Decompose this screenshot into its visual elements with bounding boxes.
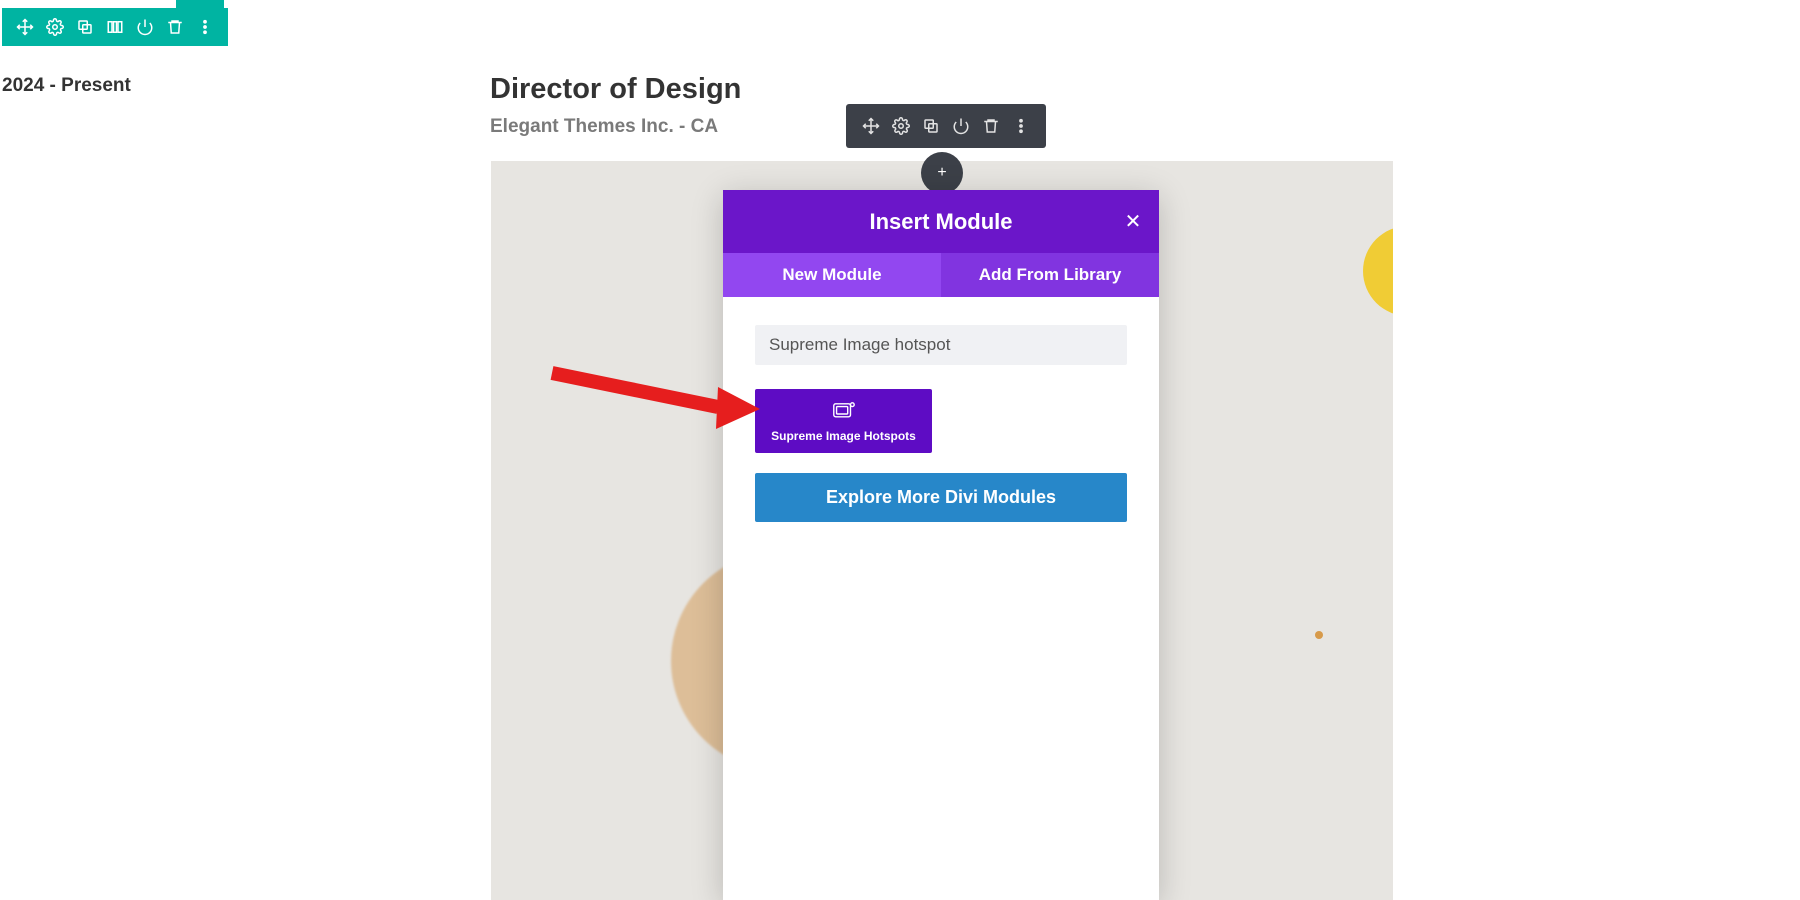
yellow-circle xyxy=(1363,226,1393,316)
gear-icon[interactable] xyxy=(40,14,70,40)
close-icon[interactable]: ✕ xyxy=(1121,210,1145,234)
trash-icon[interactable] xyxy=(976,112,1006,140)
page-subtitle: Elegant Themes Inc. - CA xyxy=(490,116,718,138)
explore-more-button[interactable]: Explore More Divi Modules xyxy=(755,473,1127,522)
page-title: Director of Design xyxy=(490,73,741,106)
modal-tabs: New Module Add From Library xyxy=(723,253,1159,297)
power-icon[interactable] xyxy=(946,112,976,140)
duplicate-icon[interactable] xyxy=(916,112,946,140)
modal-body: Supreme Image Hotspots Explore More Divi… xyxy=(723,297,1159,550)
module-search-input[interactable] xyxy=(755,325,1127,365)
section-toolbar xyxy=(2,8,228,46)
tab-new-module[interactable]: New Module xyxy=(723,253,941,297)
trash-icon[interactable] xyxy=(160,14,190,40)
row-toolbar xyxy=(846,104,1046,148)
small-dot xyxy=(1315,631,1323,639)
tab-add-from-library[interactable]: Add From Library xyxy=(941,253,1159,297)
date-range: 2024 - Present xyxy=(2,75,131,97)
modal-header: Insert Module ✕ xyxy=(723,190,1159,253)
section-handle-tab[interactable] xyxy=(176,0,224,8)
move-icon[interactable] xyxy=(856,112,886,140)
gear-icon[interactable] xyxy=(886,112,916,140)
insert-module-modal: Insert Module ✕ New Module Add From Libr… xyxy=(723,190,1159,900)
power-icon[interactable] xyxy=(130,14,160,40)
module-card-supreme-image-hotspots[interactable]: Supreme Image Hotspots xyxy=(755,389,932,453)
dots-icon[interactable] xyxy=(190,14,220,40)
hotspot-icon xyxy=(831,401,857,423)
plus-icon: + xyxy=(937,164,946,182)
move-icon[interactable] xyxy=(10,14,40,40)
add-module-button[interactable]: + xyxy=(921,152,963,194)
dots-icon[interactable] xyxy=(1006,112,1036,140)
modal-title: Insert Module xyxy=(747,209,1135,235)
columns-icon[interactable] xyxy=(100,14,130,40)
duplicate-icon[interactable] xyxy=(70,14,100,40)
module-card-label: Supreme Image Hotspots xyxy=(763,429,924,443)
